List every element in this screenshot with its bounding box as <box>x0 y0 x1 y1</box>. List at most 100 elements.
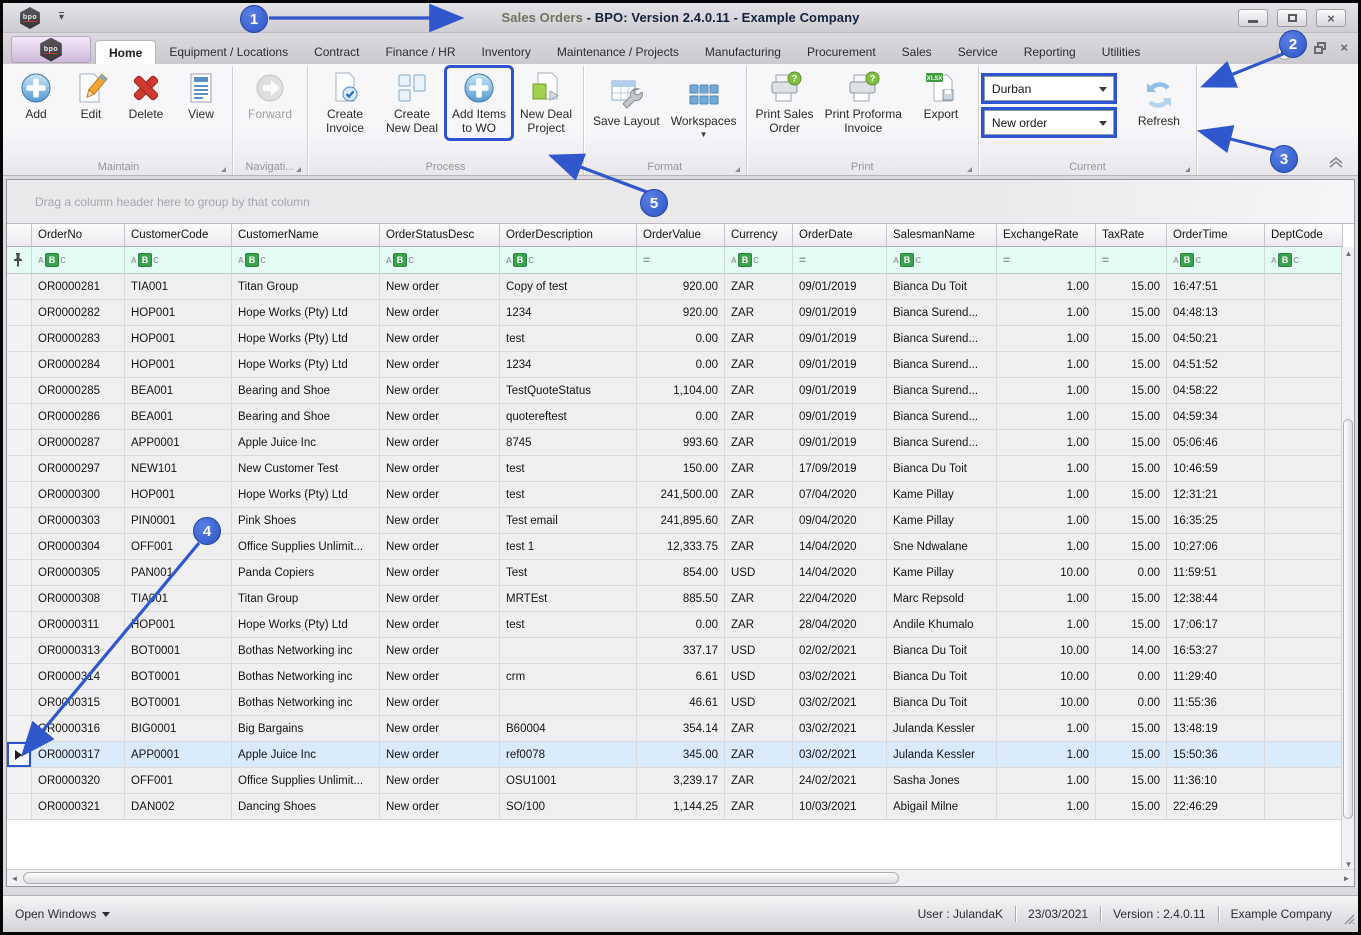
table-row[interactable]: OR0000287 APP0001 Apple Juice Inc New order… <box>7 430 1343 456</box>
cell-ordervalue[interactable]: 0.00 <box>637 326 725 352</box>
cell-exchangerate[interactable]: 1.00 <box>997 586 1096 612</box>
filter-cell-orderstatusdesc[interactable]: ABC <box>380 247 500 274</box>
cell-orderstatusdesc[interactable]: New order <box>380 586 500 612</box>
cell-orderstatusdesc[interactable]: New order <box>380 638 500 664</box>
cell-ordervalue[interactable]: 241,895.60 <box>637 508 725 534</box>
mdi-restore-icon[interactable] <box>1314 42 1327 54</box>
ribbon-button-print-sales-order[interactable]: ? Print Sales Order <box>752 68 818 138</box>
cell-ordervalue[interactable]: 885.50 <box>637 586 725 612</box>
cell-deptcode[interactable] <box>1265 456 1343 482</box>
cell-currency[interactable]: ZAR <box>725 456 793 482</box>
cell-ordervalue[interactable]: 6.61 <box>637 664 725 690</box>
cell-taxrate[interactable]: 15.00 <box>1096 534 1167 560</box>
row-indicator-cell[interactable] <box>7 456 32 482</box>
table-row[interactable]: OR0000315 BOT0001 Bothas Networking inc New… <box>7 690 1343 716</box>
table-row[interactable]: OR0000283 HOP001 Hope Works (Pty) Ltd New o… <box>7 326 1343 352</box>
row-indicator-cell[interactable] <box>7 300 32 326</box>
cell-customername[interactable]: Bothas Networking inc <box>232 690 380 716</box>
cell-salesmanname[interactable]: Kame Pillay <box>887 560 997 586</box>
cell-customername[interactable]: Hope Works (Pty) Ltd <box>232 482 380 508</box>
row-indicator-cell[interactable] <box>7 508 32 534</box>
minimize-button[interactable] <box>1238 9 1268 27</box>
cell-exchangerate[interactable]: 1.00 <box>997 404 1096 430</box>
ribbon-button-save-layout[interactable]: Save Layout <box>589 68 664 131</box>
cell-currency[interactable]: ZAR <box>725 612 793 638</box>
cell-salesmanname[interactable]: Bianca Surend... <box>887 352 997 378</box>
dialog-launcher-icon[interactable] <box>572 167 577 172</box>
cell-ordertime[interactable]: 16:35:25 <box>1167 508 1265 534</box>
cell-currency[interactable]: USD <box>725 664 793 690</box>
cell-taxrate[interactable]: 15.00 <box>1096 508 1167 534</box>
cell-deptcode[interactable] <box>1265 742 1343 768</box>
cell-customercode[interactable]: OFF001 <box>125 768 232 794</box>
cell-currency[interactable]: ZAR <box>725 300 793 326</box>
cell-exchangerate[interactable]: 10.00 <box>997 560 1096 586</box>
tab-sales[interactable]: Sales <box>889 40 945 64</box>
table-row[interactable]: OR0000300 HOP001 Hope Works (Pty) Ltd New o… <box>7 482 1343 508</box>
cell-orderno[interactable]: OR0000287 <box>32 430 125 456</box>
filter-cell-customercode[interactable]: ABC <box>125 247 232 274</box>
cell-salesmanname[interactable]: Kame Pillay <box>887 508 997 534</box>
cell-ordervalue[interactable]: 0.00 <box>637 404 725 430</box>
column-header-ordertime[interactable]: OrderTime <box>1167 224 1265 247</box>
cell-taxrate[interactable]: 15.00 <box>1096 300 1167 326</box>
cell-orderdate[interactable]: 09/01/2019 <box>793 404 887 430</box>
maximize-button[interactable] <box>1277 9 1307 27</box>
filter-cell-currency[interactable]: ABC <box>725 247 793 274</box>
cell-orderdescription[interactable]: TestQuoteStatus <box>500 378 637 404</box>
table-row[interactable]: OR0000308 TIA001 Titan Group New order MRTEs… <box>7 586 1343 612</box>
cell-orderdate[interactable]: 09/01/2019 <box>793 300 887 326</box>
row-indicator-cell[interactable] <box>7 664 32 690</box>
row-indicator-cell[interactable] <box>7 430 32 456</box>
cell-orderstatusdesc[interactable]: New order <box>380 690 500 716</box>
ribbon-button-create-invoice[interactable]: Create Invoice <box>313 68 377 138</box>
chevron-down-icon[interactable] <box>1098 121 1107 126</box>
cell-customercode[interactable]: HOP001 <box>125 482 232 508</box>
row-indicator-cell[interactable] <box>7 274 32 300</box>
cell-ordervalue[interactable]: 1,144.25 <box>637 794 725 820</box>
cell-customername[interactable]: Hope Works (Pty) Ltd <box>232 612 380 638</box>
table-row[interactable]: OR0000281 TIA001 Titan Group New order Copy … <box>7 274 1343 300</box>
row-indicator-cell[interactable] <box>7 638 32 664</box>
cell-orderdescription[interactable]: crm <box>500 664 637 690</box>
cell-orderno[interactable]: OR0000303 <box>32 508 125 534</box>
cell-ordervalue[interactable]: 854.00 <box>637 560 725 586</box>
cell-orderdescription[interactable]: 1234 <box>500 352 637 378</box>
cell-orderstatusdesc[interactable]: New order <box>380 404 500 430</box>
cell-orderno[interactable]: OR0000304 <box>32 534 125 560</box>
cell-currency[interactable]: ZAR <box>725 794 793 820</box>
row-indicator-cell[interactable] <box>7 560 32 586</box>
filter-cell-customername[interactable]: ABC <box>232 247 380 274</box>
filter-cell-orderdescription[interactable]: ABC <box>500 247 637 274</box>
vertical-scrollbar[interactable]: ▲ ▼ <box>1341 247 1354 871</box>
cell-orderno[interactable]: OR0000305 <box>32 560 125 586</box>
cell-customername[interactable]: Titan Group <box>232 586 380 612</box>
cell-exchangerate[interactable]: 1.00 <box>997 326 1096 352</box>
tab-inventory[interactable]: Inventory <box>468 40 543 64</box>
cell-orderdate[interactable]: 17/09/2019 <box>793 456 887 482</box>
cell-deptcode[interactable] <box>1265 352 1343 378</box>
cell-customername[interactable]: Office Supplies Unlimit... <box>232 768 380 794</box>
table-row[interactable]: OR0000316 BIG0001 Big Bargains New order B60… <box>7 716 1343 742</box>
cell-deptcode[interactable] <box>1265 404 1343 430</box>
cell-customername[interactable]: Titan Group <box>232 274 380 300</box>
column-header-deptcode[interactable]: DeptCode <box>1265 224 1343 247</box>
cell-exchangerate[interactable]: 1.00 <box>997 300 1096 326</box>
cell-customername[interactable]: Dancing Shoes <box>232 794 380 820</box>
table-row[interactable]: OR0000313 BOT0001 Bothas Networking inc New… <box>7 638 1343 664</box>
cell-ordervalue[interactable]: 150.00 <box>637 456 725 482</box>
cell-salesmanname[interactable]: Bianca Surend... <box>887 300 997 326</box>
cell-orderdescription[interactable]: B60004 <box>500 716 637 742</box>
group-by-panel[interactable]: Drag a column header here to group by th… <box>7 180 1354 224</box>
cell-customercode[interactable]: TIA001 <box>125 274 232 300</box>
cell-ordervalue[interactable]: 3,239.17 <box>637 768 725 794</box>
cell-orderstatusdesc[interactable]: New order <box>380 300 500 326</box>
mdi-close-icon[interactable]: × <box>1340 41 1348 54</box>
cell-orderdate[interactable]: 14/04/2020 <box>793 560 887 586</box>
cell-customercode[interactable]: TIA001 <box>125 586 232 612</box>
cell-orderdate[interactable]: 24/02/2021 <box>793 768 887 794</box>
horizontal-scroll-thumb[interactable] <box>23 872 899 884</box>
cell-orderstatusdesc[interactable]: New order <box>380 378 500 404</box>
cell-orderdate[interactable]: 09/04/2020 <box>793 508 887 534</box>
ribbon-button-refresh[interactable]: Refresh <box>1127 68 1191 131</box>
